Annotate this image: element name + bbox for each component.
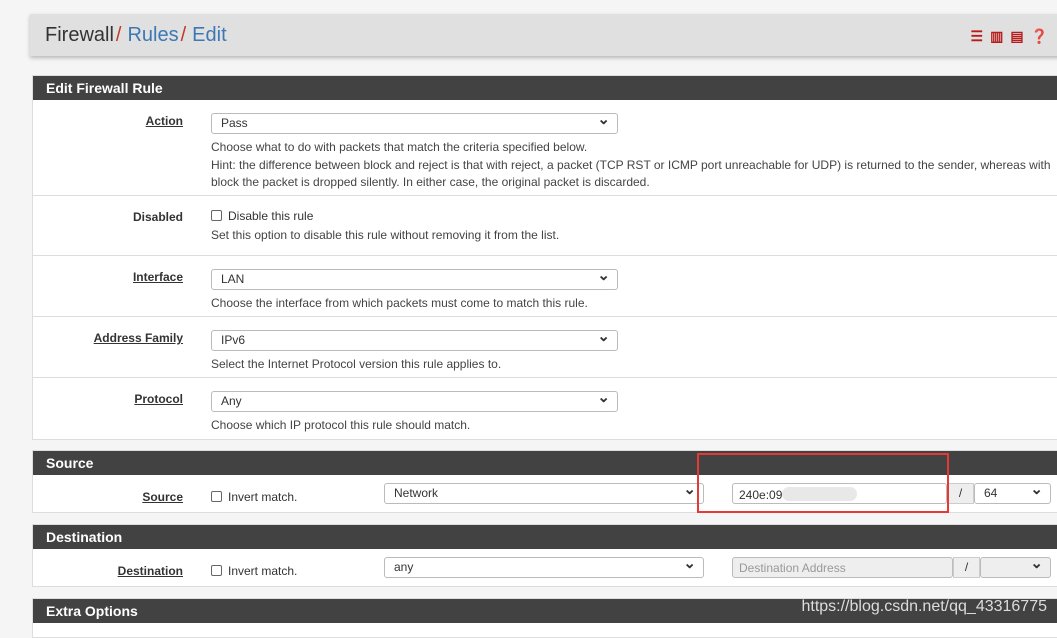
interface-label: Interface — [132, 270, 183, 284]
help-text: Choose which IP protocol this rule shoul… — [211, 418, 471, 432]
destination-label: Destination — [117, 564, 183, 578]
separator: / — [180, 23, 187, 46]
help-text: Set this option to disable this rule wit… — [211, 228, 560, 242]
destination-type-select[interactable]: any — [384, 554, 704, 578]
destination-panel: Destination Destination Invert match. an… — [32, 524, 1057, 587]
bar-chart-icon[interactable]: ▥ — [990, 28, 1003, 45]
destination-invert-checkbox[interactable]: Invert match. — [211, 564, 297, 578]
source-type-select[interactable]: Network — [384, 480, 704, 504]
destination-mask-select[interactable] — [980, 554, 1051, 578]
breadcrumb: Firewall / Rules / Edit ☰ ▥ ▤ ❓ — [30, 14, 1057, 56]
address-family-label: Address Family — [93, 331, 183, 345]
breadcrumb-rules[interactable]: Rules — [127, 24, 178, 47]
slash-label: / — [947, 483, 974, 504]
source-label: Source — [142, 490, 183, 504]
panel-title: Destination — [33, 525, 1057, 549]
edit-firewall-rule-panel: Edit Firewall Rule Action Pass Choose wh… — [32, 75, 1057, 440]
help-text: Select the Internet Protocol version thi… — [211, 357, 502, 371]
disable-rule-checkbox[interactable]: Disable this rule — [211, 209, 313, 223]
watermark: https://blog.csdn.net/qq_43316775 — [801, 598, 1047, 615]
protocol-select[interactable]: Any — [211, 388, 618, 412]
breadcrumb-root: Firewall — [45, 23, 114, 46]
slash-label: / — [953, 557, 980, 578]
source-mask-select[interactable]: 64 — [974, 480, 1051, 504]
source-invert-checkbox[interactable]: Invert match. — [211, 490, 297, 504]
interface-select[interactable]: LAN — [211, 266, 618, 290]
action-label: Action — [145, 114, 183, 128]
separator: / — [115, 23, 122, 46]
help-icon[interactable]: ❓ — [1031, 28, 1048, 45]
destination-address-input[interactable]: Destination Address — [732, 557, 953, 578]
list-icon[interactable]: ▤ — [1010, 28, 1023, 45]
highlight-box — [697, 453, 949, 513]
help-text: Choose the interface from which packets … — [211, 296, 588, 310]
panel-title: Edit Firewall Rule — [33, 76, 1057, 100]
help-text: Choose what to do with packets that matc… — [211, 140, 588, 154]
address-family-select[interactable]: IPv6 — [211, 327, 618, 351]
sliders-icon[interactable]: ☰ — [971, 28, 984, 45]
breadcrumb-edit[interactable]: Edit — [192, 24, 226, 47]
help-text: Hint: the difference between block and r… — [211, 157, 1051, 190]
disabled-label: Disabled — [132, 210, 183, 224]
action-select[interactable]: Pass — [211, 110, 618, 134]
protocol-label: Protocol — [134, 392, 183, 406]
